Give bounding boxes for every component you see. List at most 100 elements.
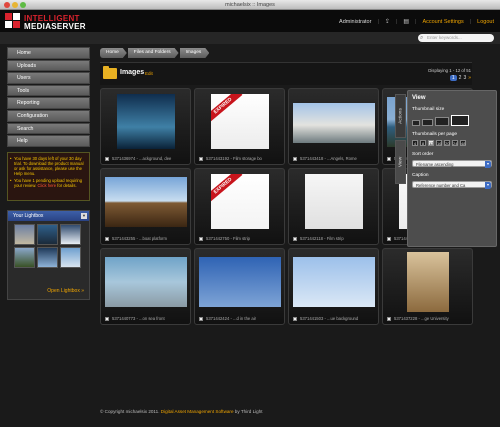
footer-link[interactable]: Digital Asset Management Software [161, 409, 234, 414]
sort-order-select[interactable]: Filename ascending ▼ [412, 160, 492, 168]
image-caption: 5371442750 - Film strip [206, 236, 250, 241]
per-page-option[interactable]: 24 [452, 140, 458, 146]
pending-upload-message: You have 1 pending upload requiring your… [10, 178, 86, 188]
sidebar-nav: Home Uploads Users Tools Reporting Confi… [7, 47, 90, 148]
lightbox-thumbnail[interactable] [37, 224, 58, 245]
search-input[interactable]: ⌕ Enter keywords... [418, 34, 494, 42]
image-card[interactable]: 5371443418 - ...Angels, Rome [288, 88, 379, 165]
image-card[interactable]: 5371436974 - ...ackground, dee [100, 88, 191, 165]
breadcrumb-images[interactable]: Images [180, 48, 210, 58]
image-caption-row: 5371442750 - Film strip [199, 236, 250, 241]
image-thumbnail[interactable]: EXPIRED [211, 174, 269, 229]
image-thumbnail[interactable] [199, 257, 281, 307]
logo-icon [5, 13, 20, 28]
tab-view[interactable]: View [395, 140, 406, 184]
image-card[interactable]: 5371442118 - Film strip [288, 168, 379, 245]
thumb-size-small[interactable] [412, 120, 420, 126]
upload-icon[interactable]: ⇪ [385, 18, 390, 25]
breadcrumb-home[interactable]: Home [100, 48, 127, 58]
trial-message: You have 30 days left of your 30 day tri… [10, 156, 86, 176]
image-card[interactable]: 5371440773 - ...on sea front [100, 248, 191, 325]
search-icon: ⌕ [420, 34, 424, 41]
window-titlebar: michaelsix :: Images [0, 0, 500, 10]
account-settings-link[interactable]: Account Settings [422, 19, 463, 25]
image-caption: 5371442424 - ...d in the air [206, 316, 257, 321]
image-select-checkbox[interactable] [293, 316, 297, 321]
image-select-checkbox[interactable] [387, 236, 391, 241]
image-select-checkbox[interactable] [105, 316, 109, 321]
thumb-size-medium[interactable] [422, 119, 433, 126]
image-thumbnail[interactable]: EXPIRED [211, 94, 269, 149]
cart-icon[interactable]: ▤ [403, 18, 409, 25]
image-card[interactable]: EXPIRED 5371442750 - Film strip [194, 168, 285, 245]
image-select-checkbox[interactable] [199, 316, 203, 321]
image-caption: 5371443192 - Film storage bo [206, 156, 262, 161]
page-1[interactable]: 1 [449, 75, 457, 81]
image-card[interactable]: 5371443255 - ...boat platform [100, 168, 191, 245]
open-lightbox-link[interactable]: Open Lightbox » [47, 288, 84, 294]
lightbox-title: Your Lightbox [13, 213, 44, 219]
image-thumbnail[interactable] [293, 103, 375, 143]
lightbox-thumbnail[interactable] [14, 224, 35, 245]
sidebar-item-help[interactable]: Help [7, 135, 90, 147]
lightbox-thumbnail[interactable] [60, 224, 81, 245]
image-card[interactable]: EXPIRED 5371443192 - Film storage bo [194, 88, 285, 165]
breadcrumb-files-and-folders[interactable]: Files and Folders [128, 48, 179, 58]
image-caption: 5371442118 - Film strip [300, 236, 344, 241]
image-card[interactable]: 5371437228 - ...ge University [382, 248, 473, 325]
next-page-button[interactable]: » [468, 75, 471, 81]
per-page-option[interactable]: 16 [436, 140, 442, 146]
image-select-checkbox[interactable] [105, 236, 109, 241]
image-thumbnail[interactable] [293, 257, 375, 307]
folder-header: Images Edit Displaying 1 - 12 of 51 1 2 … [100, 62, 472, 85]
lightbox-thumbnail[interactable] [14, 247, 35, 268]
thumb-size-large[interactable] [435, 117, 449, 126]
page-2[interactable]: 2 [459, 75, 462, 81]
image-thumbnail[interactable] [105, 177, 187, 227]
per-page-option[interactable]: 20 [444, 140, 450, 146]
image-select-checkbox[interactable] [199, 236, 203, 241]
caption-select[interactable]: Reference number and Ca ▼ [412, 181, 492, 189]
image-card[interactable]: 5371441503 - ...ue background [288, 248, 379, 325]
chevron-down-icon[interactable]: ▼ [81, 213, 87, 219]
user-name[interactable]: Administrator [339, 19, 371, 25]
lightbox-thumbnail[interactable] [37, 247, 58, 268]
lightbox-thumbnails [8, 221, 89, 268]
image-select-checkbox[interactable] [199, 156, 203, 161]
sidebar-item-tools[interactable]: Tools [7, 84, 90, 97]
edit-folder-link[interactable]: Edit [145, 71, 153, 76]
sidebar-item-search[interactable]: Search [7, 122, 90, 135]
thumb-size-xlarge[interactable] [451, 115, 469, 126]
image-thumbnail[interactable] [105, 257, 187, 307]
sidebar-item-uploads[interactable]: Uploads [7, 59, 90, 72]
lightbox-header[interactable]: Your Lightbox ▼ [8, 211, 89, 221]
image-card[interactable]: 5371442424 - ...d in the air [194, 248, 285, 325]
sidebar-item-configuration[interactable]: Configuration [7, 109, 90, 122]
sidebar-item-reporting[interactable]: Reporting [7, 97, 90, 109]
per-page-option[interactable]: 8 [420, 140, 426, 146]
image-select-checkbox[interactable] [293, 236, 297, 241]
image-thumbnail[interactable] [407, 252, 449, 312]
image-select-checkbox[interactable] [387, 316, 391, 321]
trial-notice: You have 30 days left of your 30 day tri… [7, 152, 90, 201]
image-thumbnail[interactable] [117, 94, 175, 149]
sidebar-item-users[interactable]: Users [7, 72, 90, 84]
image-select-checkbox[interactable] [387, 156, 391, 161]
sidebar-item-home[interactable]: Home [7, 47, 90, 59]
image-thumbnail[interactable] [305, 174, 363, 229]
breadcrumb: Home Files and Folders Images [100, 48, 210, 58]
page-3[interactable]: 3 [463, 75, 466, 81]
image-caption-row: 5371440773 - ...on sea front [105, 316, 165, 321]
lightbox-thumbnail[interactable] [60, 247, 81, 268]
per-page-option[interactable]: 4 [412, 140, 418, 146]
image-select-checkbox[interactable] [293, 156, 297, 161]
per-page-option[interactable]: 48 [460, 140, 466, 146]
per-page-option[interactable]: 12 [428, 140, 434, 146]
image-caption-row: 5371436974 - ...ackground, dee [105, 156, 171, 161]
pending-upload-link[interactable]: Click here [38, 183, 57, 188]
logout-link[interactable]: Logout [477, 19, 494, 25]
image-select-checkbox[interactable] [105, 156, 109, 161]
pagination: 1 2 3 » [449, 75, 471, 81]
image-caption-row: 5371442424 - ...d in the air [199, 316, 256, 321]
tab-actions[interactable]: Actions [395, 94, 406, 138]
